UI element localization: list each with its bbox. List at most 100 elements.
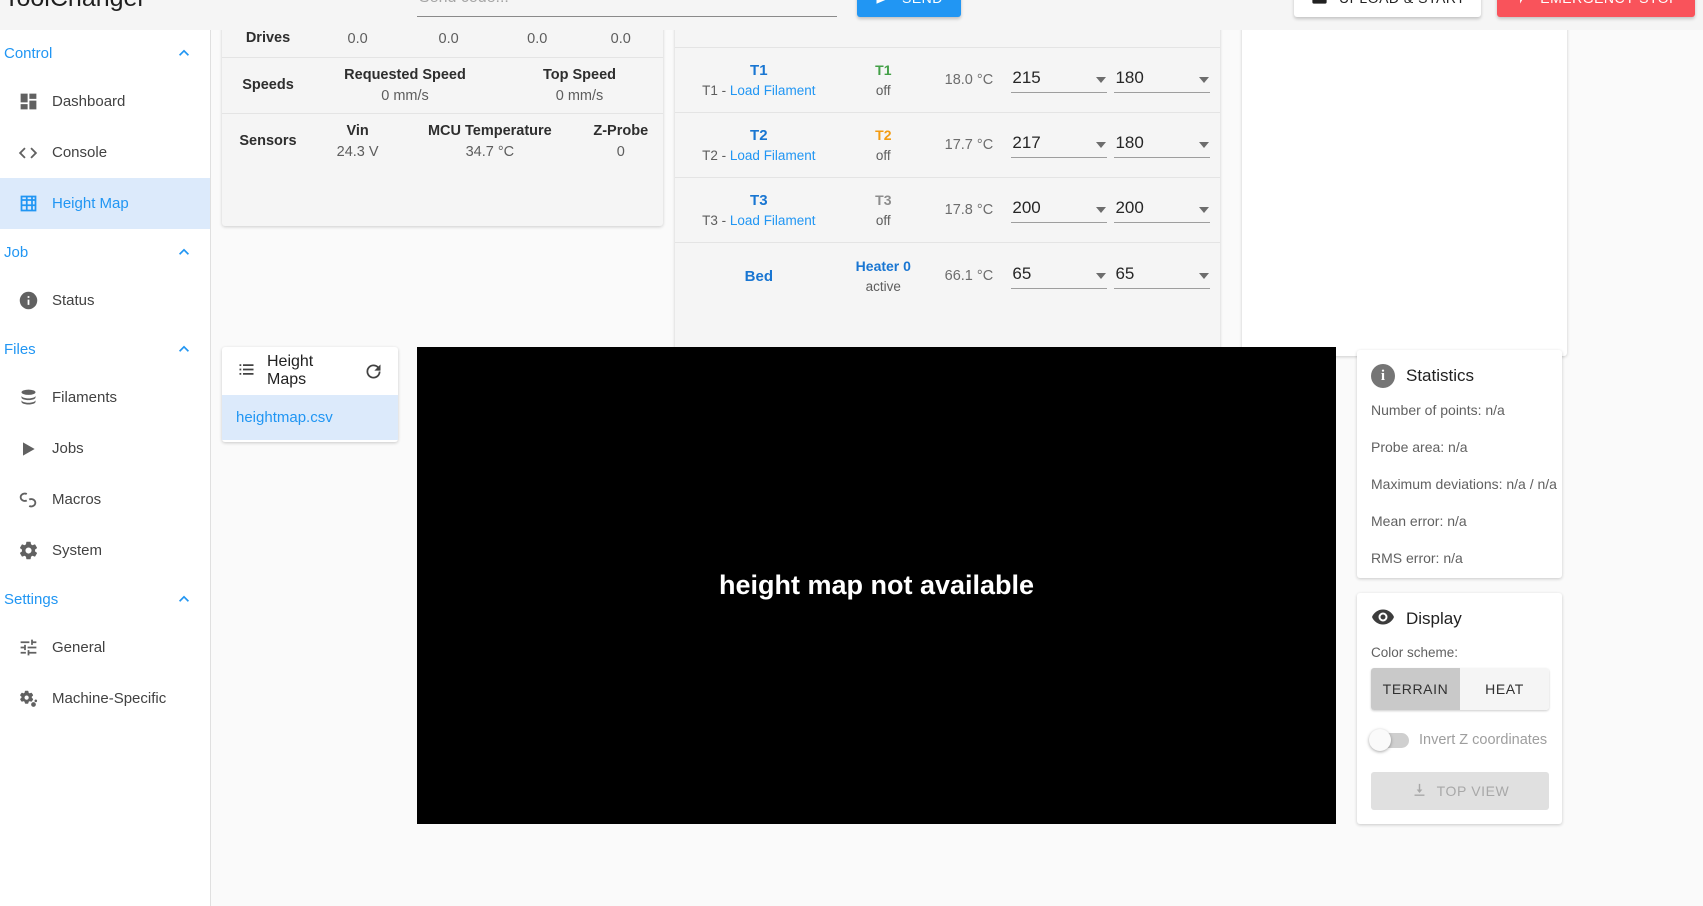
display-title: Display (1406, 609, 1462, 628)
cell-header: MCU Temperature (427, 123, 552, 140)
sidebar-item-filaments[interactable]: Filaments (0, 372, 210, 423)
sidebar-item-height-map[interactable]: Height Map (0, 178, 210, 229)
sidebar-item-general-label: General (52, 639, 106, 656)
sidebar-item-console[interactable]: Console (0, 127, 210, 178)
tool-name[interactable]: T2 (750, 127, 768, 144)
heater-cell: T1 off (837, 62, 930, 98)
chevron-up-icon (174, 242, 194, 262)
heater-name[interactable]: T1 (875, 62, 891, 78)
table-cell: MCU Temperature 34.7 °C (401, 114, 578, 170)
table-cell: Z-Probe 0 (579, 114, 664, 170)
height-map-viewport[interactable]: height map not available (417, 347, 1336, 824)
gears-icon (4, 688, 52, 710)
table-cell: Top Speed 0 mm/s (496, 58, 663, 114)
upload-and-start-button[interactable]: UPLOAD & START (1293, 0, 1482, 17)
bolt-icon (1513, 0, 1530, 8)
refresh-icon[interactable] (363, 361, 384, 382)
tool-cell: T3 T3 - Load Filament (681, 192, 837, 228)
cell-value: 0.0 (527, 31, 548, 48)
sidebar-item-jobs[interactable]: Jobs (0, 423, 210, 474)
sidebar-navigation: Control Dashboard Console Height Map Job… (0, 30, 211, 906)
tool-name[interactable]: T1 (750, 62, 768, 79)
heater-name[interactable]: T2 (875, 127, 891, 143)
sidebar-group-control[interactable]: Control (0, 30, 210, 76)
active-temperature-select[interactable]: 200 (1011, 198, 1108, 223)
upload-icon (1310, 0, 1329, 9)
standby-temperature-select[interactable]: 200 (1114, 197, 1211, 223)
standby-temperature-select[interactable]: 180 (1114, 68, 1211, 93)
send-code-input[interactable] (417, 0, 837, 17)
sidebar-item-system[interactable]: System (0, 525, 210, 576)
bed-name[interactable]: Bed (745, 268, 773, 285)
download-arrow-icon (1411, 781, 1428, 801)
color-scheme-heat-button[interactable]: HEAT (1460, 668, 1549, 710)
tool-cell: T1 T1 - Load Filament (681, 62, 837, 98)
display-header: Display (1371, 593, 1548, 645)
load-filament-link[interactable]: Load Filament (730, 213, 816, 228)
display-panel: Display Color scheme: TERRAIN HEAT Inver… (1357, 593, 1562, 824)
info-icon (4, 290, 52, 311)
active-temperature-select[interactable]: 217 (1011, 133, 1108, 158)
current-temperature: 66.1 °C (944, 268, 994, 284)
active-temperature-select[interactable]: 215 (1011, 67, 1108, 93)
chevron-up-icon (174, 589, 194, 609)
chevron-down-icon (1199, 272, 1210, 279)
standby-temperature-value: 200 (1115, 197, 1144, 217)
sidebar-item-console-label: Console (52, 144, 108, 161)
stat-rms-error: RMS error: n/a (1371, 550, 1463, 566)
sidebar-item-height-map-label: Height Map (52, 195, 129, 212)
sidebar-item-machine-specific-label: Machine-Specific (52, 690, 167, 707)
cell-value: 0 mm/s (555, 88, 604, 105)
active-temperature-select[interactable]: 65 (1011, 263, 1108, 289)
standby-temperature-value: 180 (1115, 132, 1144, 152)
load-filament-link[interactable]: Load Filament (730, 83, 816, 98)
current-temp-cell: 17.7 °C (930, 137, 1008, 153)
color-scheme-terrain-button[interactable]: TERRAIN (1371, 668, 1460, 710)
tools-heaters-table: T0 - Load Filament off 17.6 °C 200 200 (675, 0, 1220, 356)
heater-name[interactable]: T3 (875, 192, 891, 208)
load-filament-link[interactable]: Load Filament (730, 148, 816, 163)
height-map-file-name: heightmap.csv (236, 409, 333, 426)
active-temperature-value: 65 (1012, 263, 1032, 283)
sidebar-item-jobs-label: Jobs (52, 440, 84, 457)
sidebar-item-macros[interactable]: Macros (0, 474, 210, 525)
sidebar-item-machine-specific[interactable]: Machine-Specific (0, 673, 210, 724)
sidebar-group-files[interactable]: Files (0, 326, 210, 372)
table-row: Sensors Vin 24.3 V MCU Temperature 34.7 … (222, 114, 663, 170)
invert-z-coordinates-toggle[interactable]: Invert Z coordinates (1369, 728, 1548, 751)
sidebar-item-general[interactable]: General (0, 622, 210, 673)
tool-name[interactable]: T3 (750, 192, 768, 209)
tool-subtitle: T1 - Load Filament (702, 83, 815, 98)
table-row: Speeds Requested Speed 0 mm/s Top Speed … (222, 58, 663, 114)
current-temp-cell: 18.0 °C (930, 72, 1008, 88)
standby-temp-cell: 180 (1111, 68, 1214, 93)
heater-state: off (875, 148, 891, 163)
standby-temp-cell: 200 (1111, 198, 1214, 223)
heater-cell: T2 off (837, 127, 930, 163)
list-item[interactable]: heightmap.csv (222, 395, 398, 440)
sidebar-item-dashboard[interactable]: Dashboard (0, 76, 210, 127)
top-view-button[interactable]: TOP VIEW (1371, 772, 1549, 810)
standby-temperature-select[interactable]: 65 (1114, 263, 1211, 289)
standby-temp-cell: 180 (1111, 133, 1214, 158)
table-row: Bed Heater 0 active 66.1 °C 65 65 (675, 243, 1220, 309)
eye-icon (1371, 605, 1395, 633)
sidebar-group-job[interactable]: Job (0, 229, 210, 275)
sidebar-group-control-label: Control (4, 44, 53, 62)
active-temperature-value: 215 (1012, 67, 1041, 87)
emergency-stop-button[interactable]: EMERGENCY STOP (1497, 0, 1695, 17)
standby-temperature-select[interactable]: 180 (1114, 132, 1211, 158)
send-icon (875, 0, 893, 9)
cell-header: Top Speed (542, 67, 617, 84)
height-maps-title: Height Maps (267, 353, 314, 388)
heater-name[interactable]: Heater 0 (856, 258, 911, 274)
machine-status-table: Extruder Drives Drive 0 0.0 Drive 1 0.0 … (222, 0, 663, 226)
chevron-down-icon (1096, 76, 1107, 83)
sidebar-group-settings[interactable]: Settings (0, 576, 210, 622)
sidebar-item-status[interactable]: Status (0, 275, 210, 326)
send-button[interactable]: SEND (857, 0, 961, 17)
standby-temperature-value: 65 (1115, 263, 1135, 283)
sidebar-item-status-label: Status (52, 292, 95, 309)
heater-state: off (875, 83, 891, 98)
upload-and-start-label: UPLOAD & START (1339, 0, 1465, 6)
